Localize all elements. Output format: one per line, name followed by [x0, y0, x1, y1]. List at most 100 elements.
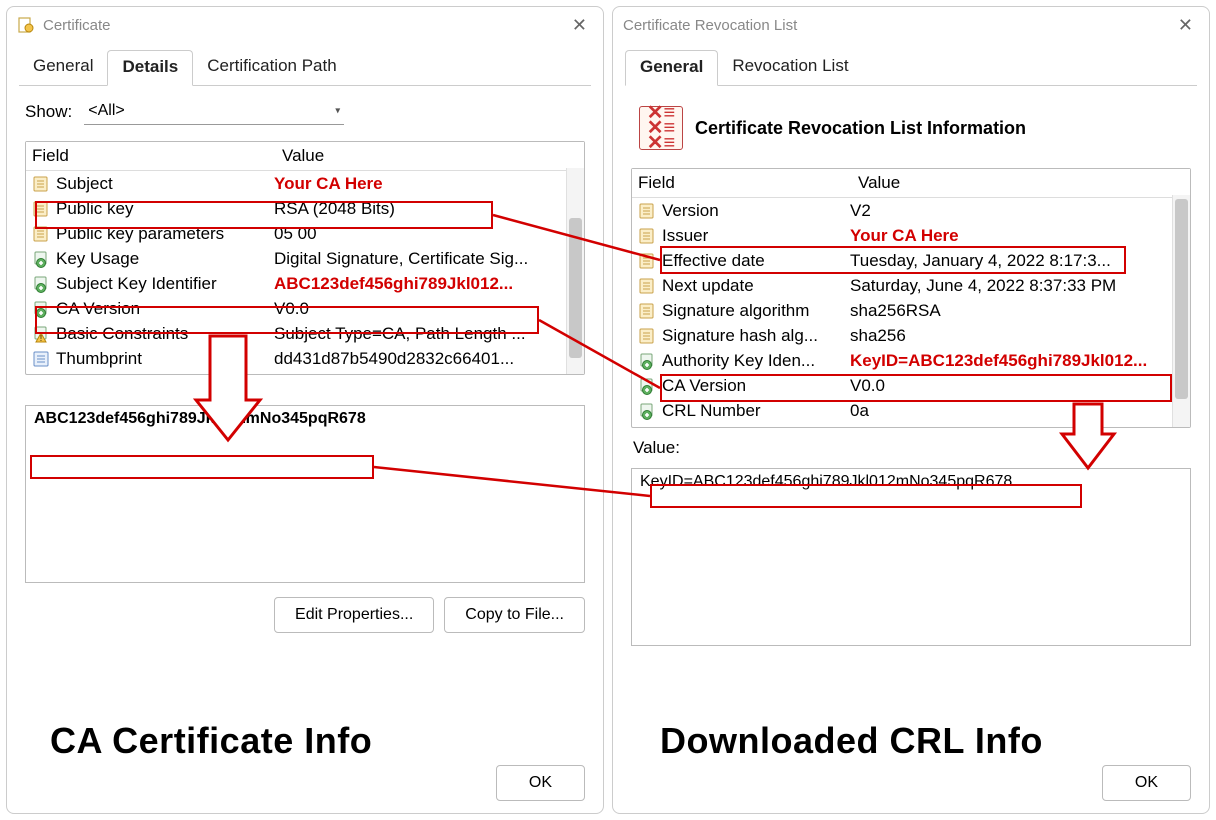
- row-value: Your CA Here: [850, 226, 1190, 246]
- scrollbar[interactable]: [566, 168, 584, 374]
- row-value: sha256RSA: [850, 301, 1190, 321]
- header-field[interactable]: Field: [26, 146, 276, 166]
- row-field: CRL Number: [662, 401, 850, 421]
- ok-button[interactable]: OK: [1102, 765, 1191, 801]
- table-row[interactable]: SubjectYour CA Here: [26, 171, 584, 196]
- field-list: Field Value SubjectYour CA HerePublic ke…: [25, 141, 585, 375]
- close-icon[interactable]: ✕: [566, 15, 593, 36]
- row-value: Digital Signature, Certificate Sig...: [274, 249, 584, 269]
- doc-icon: [636, 201, 658, 221]
- table-row[interactable]: CRL Number0a: [632, 398, 1190, 423]
- row-field: Thumbprint: [56, 349, 274, 369]
- edit-properties-button[interactable]: Edit Properties...: [274, 597, 434, 633]
- row-value: V0.0: [850, 376, 1190, 396]
- doc-icon: [30, 224, 52, 244]
- table-row[interactable]: VersionV2: [632, 198, 1190, 223]
- row-value: sha256: [850, 326, 1190, 346]
- tab-certification-path[interactable]: Certification Path: [193, 50, 350, 86]
- row-value: Saturday, June 4, 2022 8:37:33 PM: [850, 276, 1190, 296]
- show-label: Show:: [25, 102, 72, 122]
- field-list: Field Value VersionV2IssuerYour CA HereE…: [631, 168, 1191, 428]
- table-row[interactable]: Key UsageDigital Signature, Certificate …: [26, 246, 584, 271]
- table-row[interactable]: Signature hash alg...sha256: [632, 323, 1190, 348]
- scrollbar[interactable]: [1172, 195, 1190, 427]
- close-icon[interactable]: ✕: [1172, 15, 1199, 36]
- table-row[interactable]: Subject Key IdentifierABC123def456ghi789…: [26, 271, 584, 296]
- tab-strip: General Revocation List: [625, 49, 1197, 86]
- row-field: Authority Key Iden...: [662, 351, 850, 371]
- certificate-dialog: Certificate ✕ General Details Certificat…: [6, 6, 604, 814]
- prop-icon: [30, 349, 52, 369]
- header-value[interactable]: Value: [276, 146, 584, 166]
- row-field: CA Version: [662, 376, 850, 396]
- dialog-title: Certificate: [43, 17, 111, 34]
- doc-icon: [636, 276, 658, 296]
- row-field: Issuer: [662, 226, 850, 246]
- table-row[interactable]: Effective dateTuesday, January 4, 2022 8…: [632, 248, 1190, 273]
- row-value: Subject Type=CA, Path Length ...: [274, 324, 584, 344]
- ok-button[interactable]: OK: [496, 765, 585, 801]
- table-row[interactable]: CA VersionV0.0: [632, 373, 1190, 398]
- crl-info-title: Certificate Revocation List Information: [695, 118, 1026, 139]
- svg-text:!: !: [40, 334, 42, 343]
- titlebar: Certificate ✕: [7, 7, 603, 43]
- table-row[interactable]: Signature algorithmsha256RSA: [632, 298, 1190, 323]
- detail-value-text: ABC123def456ghi789Jkl012mNo345pqR678: [34, 410, 366, 427]
- table-row[interactable]: Public keyRSA (2048 Bits): [26, 196, 584, 221]
- table-row[interactable]: IssuerYour CA Here: [632, 223, 1190, 248]
- tab-details[interactable]: Details: [107, 50, 193, 86]
- crl-info-header: ✕≡✕≡✕≡ Certificate Revocation List Infor…: [631, 98, 1191, 168]
- crl-dialog: Certificate Revocation List ✕ General Re…: [612, 6, 1210, 814]
- row-field: Subject Key Identifier: [56, 274, 274, 294]
- tab-strip: General Details Certification Path: [19, 49, 591, 86]
- certificate-icon: [17, 16, 35, 34]
- warn-icon: !: [30, 324, 52, 344]
- row-field: Signature algorithm: [662, 301, 850, 321]
- left-caption: CA Certificate Info: [50, 720, 372, 762]
- tab-revocation-list[interactable]: Revocation List: [718, 50, 862, 86]
- row-value: 0a: [850, 401, 1190, 421]
- show-filter-select[interactable]: <All> ▾: [84, 98, 344, 125]
- row-field: Public key parameters: [56, 224, 274, 244]
- ext-icon: [30, 249, 52, 269]
- ext-icon: [30, 274, 52, 294]
- row-field: Basic Constraints: [56, 324, 274, 344]
- row-value: RSA (2048 Bits): [274, 199, 584, 219]
- table-row[interactable]: Authority Key Iden...KeyID=ABC123def456g…: [632, 348, 1190, 373]
- tab-general[interactable]: General: [625, 50, 718, 86]
- table-row[interactable]: CA VersionV0.0: [26, 296, 584, 321]
- detail-value-text: KeyID=ABC123def456ghi789Jkl012mNo345pqR6…: [640, 473, 1012, 490]
- row-value: dd431d87b5490d2832c66401...: [274, 349, 584, 369]
- doc-icon: [30, 174, 52, 194]
- table-row[interactable]: Thumbprintdd431d87b5490d2832c66401...: [26, 346, 584, 371]
- row-field: Key Usage: [56, 249, 274, 269]
- tab-general[interactable]: General: [19, 50, 107, 86]
- table-row[interactable]: Next updateSaturday, June 4, 2022 8:37:3…: [632, 273, 1190, 298]
- copy-to-file-button[interactable]: Copy to File...: [444, 597, 585, 633]
- row-field: CA Version: [56, 299, 274, 319]
- value-label: Value:: [633, 438, 1191, 458]
- row-value: V2: [850, 201, 1190, 221]
- row-value: ABC123def456ghi789Jkl012...: [274, 274, 584, 294]
- table-row[interactable]: ! Basic ConstraintsSubject Type=CA, Path …: [26, 321, 584, 346]
- header-value[interactable]: Value: [852, 173, 1190, 193]
- row-field: Public key: [56, 199, 274, 219]
- row-field: Signature hash alg...: [662, 326, 850, 346]
- doc-icon: [30, 199, 52, 219]
- row-value: KeyID=ABC123def456ghi789Jkl012...: [850, 351, 1190, 371]
- row-value: Your CA Here: [274, 174, 584, 194]
- detail-value-box[interactable]: ABC123def456ghi789Jkl012mNo345pqR678: [25, 405, 585, 583]
- right-caption: Downloaded CRL Info: [660, 720, 1043, 762]
- titlebar: Certificate Revocation List ✕: [613, 7, 1209, 43]
- show-filter-value: <All>: [88, 102, 124, 119]
- doc-icon: [636, 301, 658, 321]
- row-field: Next update: [662, 276, 850, 296]
- header-field[interactable]: Field: [632, 173, 852, 193]
- row-field: Subject: [56, 174, 274, 194]
- row-value: V0.0: [274, 299, 584, 319]
- row-value: Tuesday, January 4, 2022 8:17:3...: [850, 251, 1190, 271]
- doc-icon: [636, 326, 658, 346]
- crl-list-icon: ✕≡✕≡✕≡: [639, 106, 683, 150]
- detail-value-box[interactable]: KeyID=ABC123def456ghi789Jkl012mNo345pqR6…: [631, 468, 1191, 646]
- table-row[interactable]: Public key parameters05 00: [26, 221, 584, 246]
